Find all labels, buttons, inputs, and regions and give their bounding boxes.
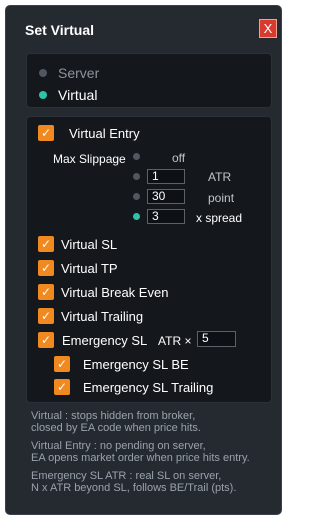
server-option-label[interactable]: Server <box>58 65 99 81</box>
virtual-sl-label: Virtual SL <box>61 237 118 252</box>
help-note-line: Virtual : stops hidden from broker, <box>31 410 196 422</box>
help-note-line: N x ATR beyond SL, follows BE/Trail (pts… <box>31 482 237 494</box>
virtual-break-even-checkbox[interactable]: ✓ <box>38 284 54 300</box>
slippage-atr-input[interactable]: 1 <box>147 169 185 184</box>
virtual-entry-label: Virtual Entry <box>69 126 140 141</box>
virtual-tp-checkbox[interactable]: ✓ <box>38 260 54 276</box>
max-slippage-label: Max Slippage <box>53 152 126 166</box>
slippage-point-radio-icon[interactable] <box>133 193 140 200</box>
emergency-sl-label: Emergency SL <box>62 333 148 348</box>
set-virtual-dialog: Set Virtual X Server Virtual ✓ Virtual E… <box>5 5 282 515</box>
emergency-atr-label: ATR × <box>158 334 192 348</box>
slippage-off-radio-icon[interactable] <box>133 153 140 160</box>
virtual-break-even-label: Virtual Break Even <box>61 285 169 300</box>
slippage-point-input[interactable]: 30 <box>147 189 185 204</box>
virtual-option-label[interactable]: Virtual <box>58 87 97 103</box>
virtual-trailing-checkbox[interactable]: ✓ <box>38 308 54 324</box>
slippage-spread-unit: x spread <box>196 211 243 225</box>
virtual-tp-label: Virtual TP <box>61 261 118 276</box>
slippage-spread-input[interactable]: 3 <box>147 209 185 224</box>
emergency-sl-trailing-label: Emergency SL Trailing <box>83 380 214 395</box>
slippage-point-unit: point <box>208 191 235 205</box>
virtual-radio-icon[interactable] <box>39 91 47 99</box>
slippage-atr-unit: ATR <box>208 170 232 184</box>
server-radio-icon[interactable] <box>39 69 47 77</box>
emergency-sl-trailing-checkbox[interactable]: ✓ <box>54 379 70 395</box>
emergency-sl-be-checkbox[interactable]: ✓ <box>54 356 70 372</box>
slippage-atr-radio-icon[interactable] <box>133 173 140 180</box>
options-panel: ✓ Virtual Entry Max Slippage off 1 ATR 3… <box>26 116 272 403</box>
mode-panel: Server Virtual <box>26 53 272 108</box>
emergency-atr-input[interactable]: 5 <box>197 331 236 347</box>
help-note-line: Emergency SL ATR : real SL on server, <box>31 470 222 482</box>
close-button[interactable]: X <box>259 19 277 38</box>
emergency-sl-checkbox[interactable]: ✓ <box>38 332 54 348</box>
slippage-off-label: off <box>172 151 186 165</box>
help-note-line: EA opens market order when price hits en… <box>31 452 250 464</box>
help-note-line: Virtual Entry : no pending on server, <box>31 440 206 452</box>
slippage-spread-radio-icon[interactable] <box>133 213 140 220</box>
virtual-trailing-label: Virtual Trailing <box>61 309 144 324</box>
emergency-sl-be-label: Emergency SL BE <box>83 357 189 372</box>
virtual-entry-checkbox[interactable]: ✓ <box>38 125 54 141</box>
virtual-sl-checkbox[interactable]: ✓ <box>38 236 54 252</box>
dialog-title: Set Virtual <box>25 22 94 38</box>
help-note-line: closed by EA code when price hits. <box>31 422 201 434</box>
